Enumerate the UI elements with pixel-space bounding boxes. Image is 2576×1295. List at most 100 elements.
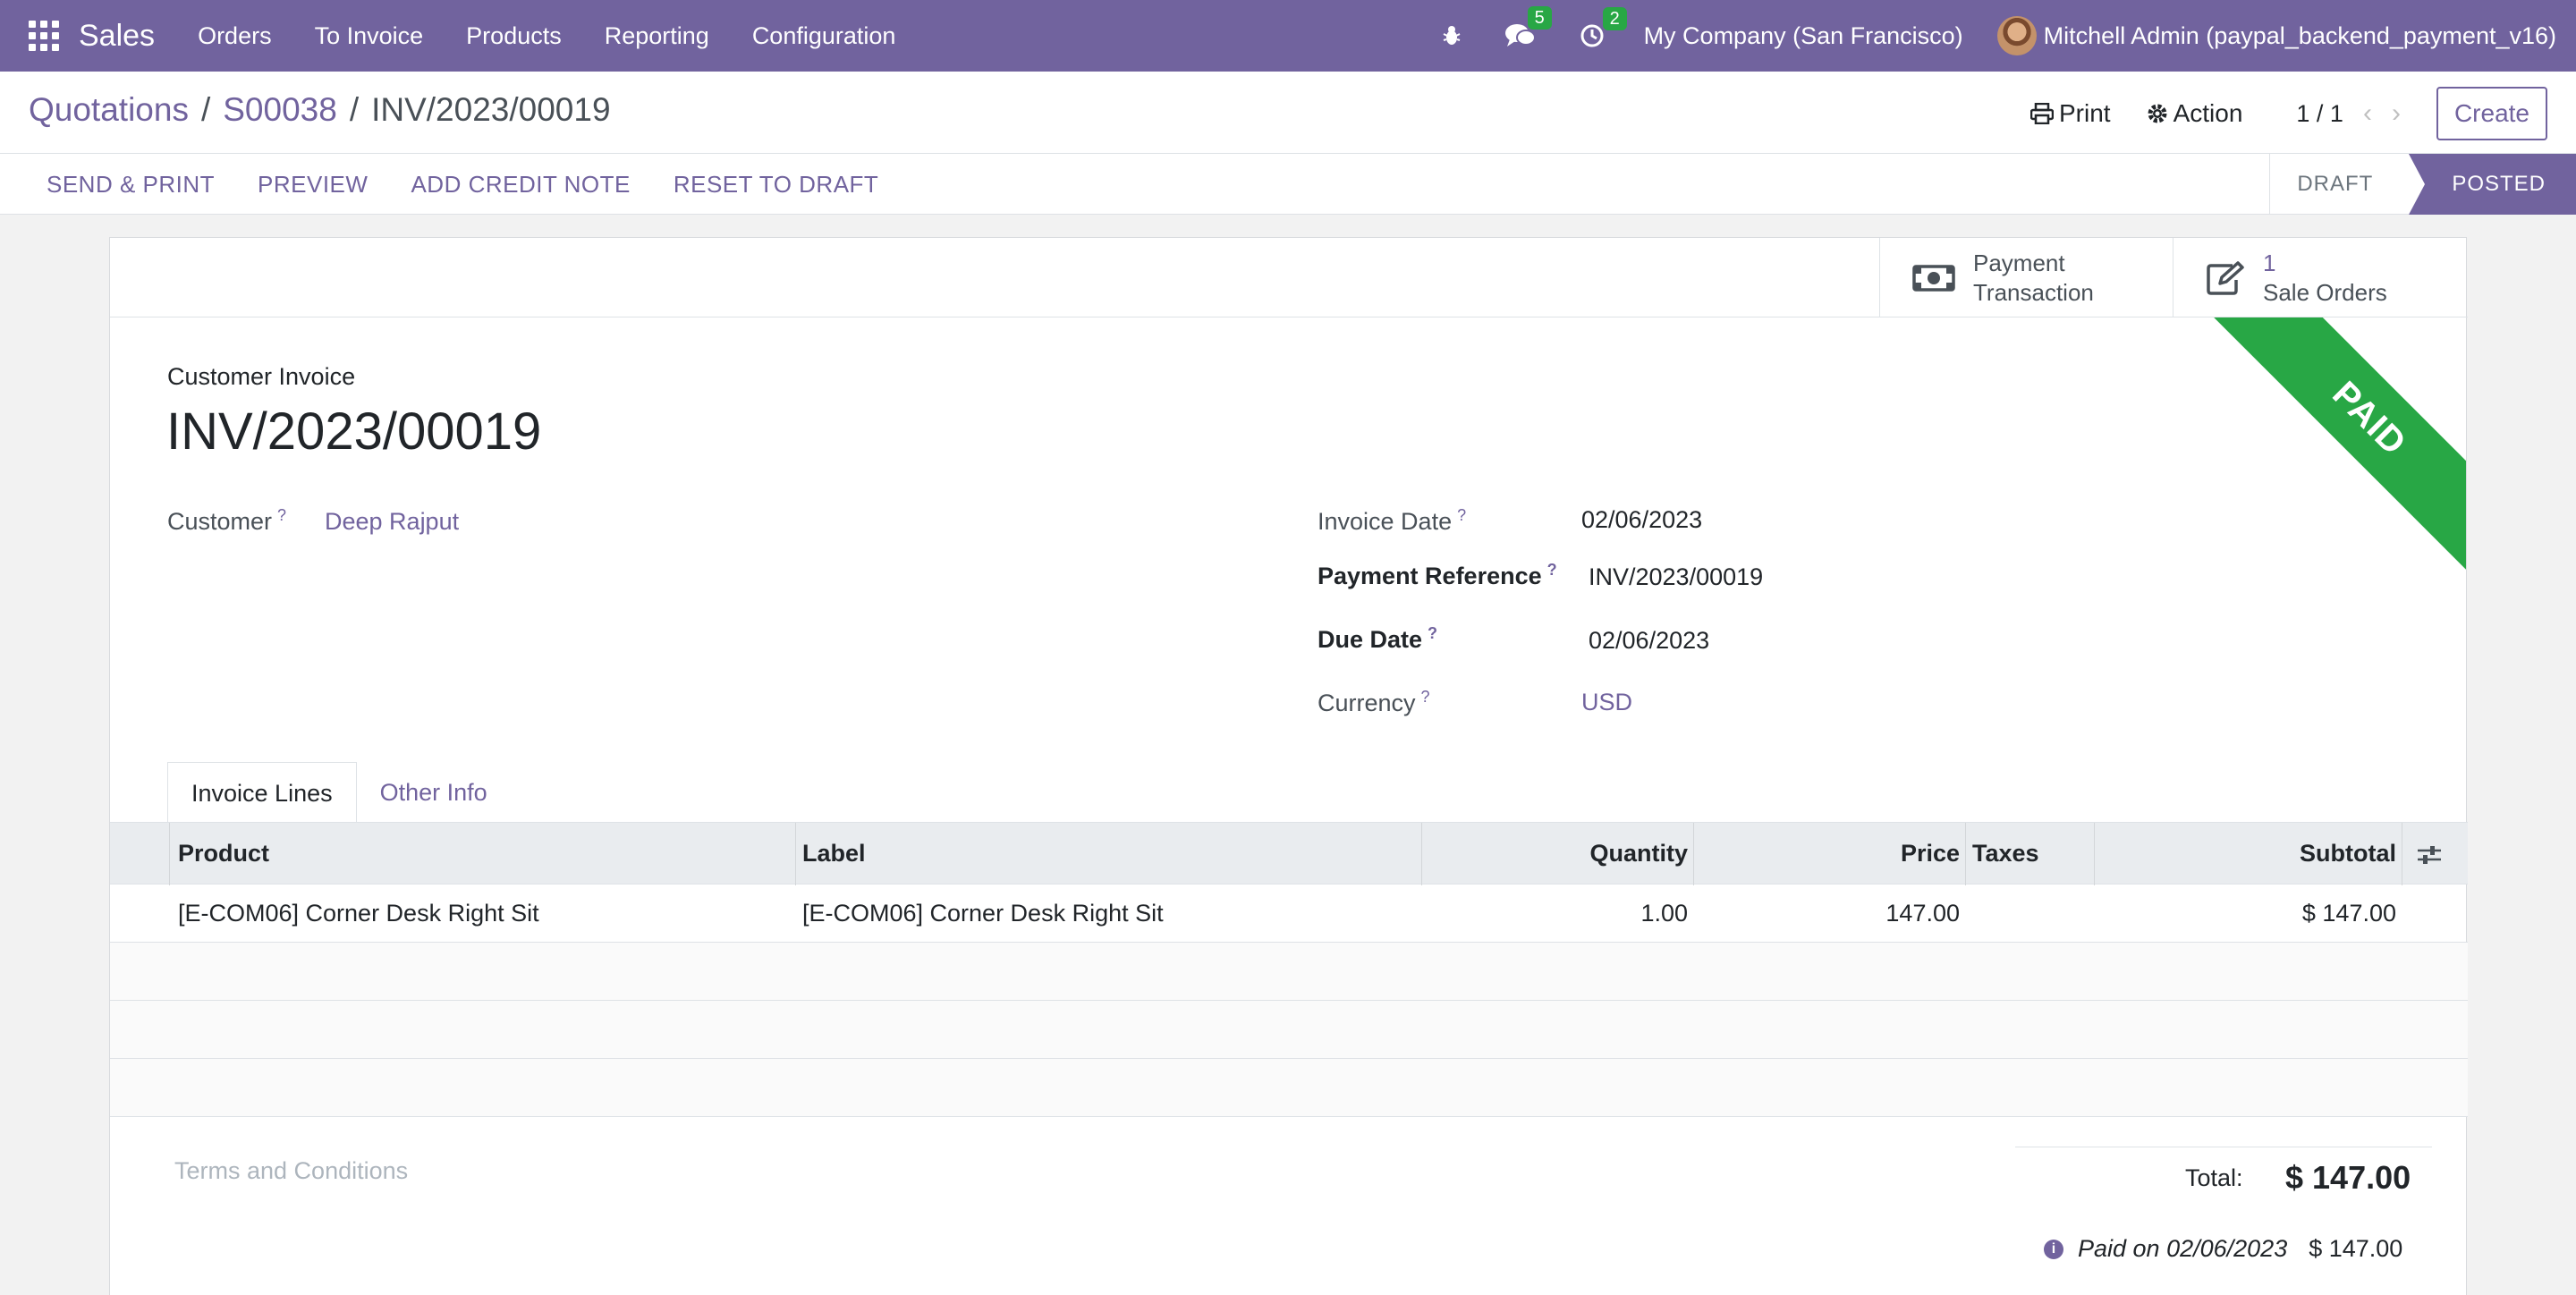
stage-posted: POSTED	[2409, 154, 2576, 215]
total-label: Total:	[2185, 1164, 2243, 1191]
stage-draft: DRAFT	[2269, 154, 2409, 215]
form-statusbar: SEND & PRINT PREVIEW ADD CREDIT NOTE RES…	[0, 154, 2576, 215]
invoice-date-label: Invoice Date?	[1318, 506, 1467, 535]
column-header-label[interactable]: Label	[802, 840, 866, 868]
currency-label: Currency?	[1318, 688, 1430, 716]
info-circle-icon[interactable]: i	[2044, 1239, 2063, 1259]
smart-button-box: Payment Transaction 1 Sale Orders	[110, 238, 2468, 317]
breadcrumb-current: INV/2023/00019	[371, 91, 611, 128]
cell-subtotal: $ 147.00	[2301, 900, 2396, 927]
column-header-subtotal[interactable]: Subtotal	[2300, 840, 2396, 868]
status-stages: DRAFT POSTED	[2269, 154, 2576, 215]
debug-bug-icon[interactable]	[1442, 25, 1462, 47]
cell-price: 147.00	[1885, 900, 1960, 927]
systray: 5 2 My Company (San Francisco) Mitchell …	[1420, 0, 2556, 72]
help-tooltip-icon[interactable]: ?	[277, 506, 286, 524]
breadcrumb: Quotations / S00038 / INV/2023/00019	[29, 91, 611, 129]
preview-button[interactable]: PREVIEW	[236, 171, 389, 199]
menu-products[interactable]: Products	[445, 22, 583, 50]
menu-reporting[interactable]: Reporting	[583, 22, 731, 50]
money-bill-icon	[1912, 264, 1955, 292]
apps-menu-icon[interactable]	[29, 21, 59, 51]
messages-count-badge: 5	[1527, 6, 1552, 30]
table-row[interactable]: [E-COM06] Corner Desk Right Sit [E-COM06…	[110, 884, 2468, 943]
menu-to-invoice[interactable]: To Invoice	[293, 22, 445, 50]
messages-icon[interactable]: 5	[1504, 6, 1552, 49]
print-icon	[2030, 103, 2054, 124]
column-header-price[interactable]: Price	[1901, 840, 1960, 868]
print-label: Print	[2059, 99, 2111, 127]
menu-orders[interactable]: Orders	[176, 22, 293, 50]
payment-transaction-button[interactable]: Payment Transaction	[1879, 238, 2174, 317]
activities-count-badge: 2	[1602, 7, 1627, 30]
cell-product: [E-COM06] Corner Desk Right Sit	[178, 900, 539, 927]
pager-value[interactable]: 1 / 1	[2296, 100, 2343, 128]
table-row-empty	[110, 1001, 2468, 1059]
header-action-buttons: SEND & PRINT PREVIEW ADD CREDIT NOTE RES…	[25, 154, 900, 215]
add-credit-note-button[interactable]: ADD CREDIT NOTE	[389, 171, 651, 199]
customer-label: Customer?	[167, 506, 287, 535]
column-header-product[interactable]: Product	[178, 840, 269, 868]
edit-icon	[2207, 260, 2244, 295]
cell-label: [E-COM06] Corner Desk Right Sit	[802, 900, 1164, 927]
cell-quantity: 1.00	[1640, 900, 1688, 927]
payment-reference-label: Payment Reference?	[1318, 561, 1557, 589]
payment-info-line: i Paid on 02/06/2023 $ 147.00	[2044, 1235, 2402, 1263]
main-navbar: Sales Orders To Invoice Products Reporti…	[0, 0, 2576, 72]
help-tooltip-icon[interactable]: ?	[1547, 561, 1557, 579]
sale-orders-count: 1	[2263, 249, 2276, 276]
paid-on-text: Paid on 02/06/2023	[2078, 1235, 2288, 1262]
payment-label-line2: Transaction	[1973, 278, 2094, 306]
gear-icon	[2148, 104, 2167, 123]
pager-previous-icon[interactable]: ‹	[2363, 98, 2372, 129]
customer-field[interactable]: Deep Rajput	[325, 508, 459, 536]
table-header: Product Label Quantity Price Taxes Subto…	[110, 822, 2468, 885]
help-tooltip-icon[interactable]: ?	[1428, 624, 1437, 642]
payment-label-line1: Payment	[1973, 249, 2065, 276]
optional-columns-sliders-icon[interactable]	[2416, 844, 2443, 866]
reset-to-draft-button[interactable]: RESET TO DRAFT	[652, 171, 901, 199]
control-panel-actions: Print Action 1 / 1 ‹ › Create	[1995, 86, 2547, 141]
due-date-field[interactable]: 02/06/2023	[1589, 627, 1709, 655]
company-switcher[interactable]: My Company (San Francisco)	[1644, 22, 1963, 50]
print-button[interactable]: Print	[2030, 99, 2111, 128]
table-row-empty	[110, 1059, 2468, 1117]
invoice-lines-table: Product Label Quantity Price Taxes Subto…	[110, 822, 2468, 1117]
control-panel: Quotations / S00038 / INV/2023/00019 Pri…	[0, 72, 2576, 154]
document-type-title: Customer Invoice	[167, 363, 356, 390]
sale-orders-label: Sale Orders	[2263, 278, 2387, 306]
payment-reference-field[interactable]: INV/2023/00019	[1589, 563, 1763, 591]
sale-orders-button[interactable]: 1 Sale Orders	[2173, 238, 2468, 317]
top-menu: Orders To Invoice Products Reporting Con…	[176, 22, 917, 50]
paid-amount: $ 147.00	[2309, 1235, 2403, 1262]
breadcrumb-sale-order[interactable]: S00038	[223, 91, 337, 129]
total-amount: $ 147.00	[2285, 1159, 2411, 1196]
notebook-tabs: Invoice Lines Other Info	[167, 762, 511, 823]
app-brand[interactable]: Sales	[79, 19, 155, 54]
terms-and-conditions-field[interactable]: Terms and Conditions	[174, 1157, 408, 1185]
invoice-number-title: INV/2023/00019	[166, 402, 542, 461]
help-tooltip-icon[interactable]: ?	[1421, 688, 1430, 706]
paid-ribbon-text: PAID	[2198, 317, 2466, 586]
due-date-label: Due Date?	[1318, 624, 1438, 653]
create-button[interactable]: Create	[2436, 87, 2547, 140]
help-tooltip-icon[interactable]: ?	[1457, 506, 1466, 524]
breadcrumb-quotations[interactable]: Quotations	[29, 91, 189, 129]
pager-next-icon[interactable]: ›	[2392, 98, 2401, 129]
form-sheet: Payment Transaction 1 Sale Orders PAID C…	[109, 237, 2468, 1295]
tab-other-info[interactable]: Other Info	[357, 762, 511, 823]
tab-invoice-lines[interactable]: Invoice Lines	[167, 762, 357, 823]
activities-clock-icon[interactable]: 2	[1580, 7, 1627, 48]
breadcrumb-separator: /	[200, 91, 211, 128]
column-header-taxes[interactable]: Taxes	[1972, 840, 2039, 868]
invoice-date-field[interactable]: 02/06/2023	[1581, 506, 1702, 534]
user-menu[interactable]: Mitchell Admin (paypal_backend_payment_v…	[2044, 22, 2556, 50]
action-button[interactable]: Action	[2147, 99, 2243, 128]
currency-field[interactable]: USD	[1581, 689, 1632, 716]
action-label: Action	[2173, 99, 2243, 127]
user-avatar[interactable]	[1996, 16, 2037, 55]
menu-configuration[interactable]: Configuration	[731, 22, 918, 50]
column-header-quantity[interactable]: Quantity	[1589, 840, 1688, 868]
send-print-button[interactable]: SEND & PRINT	[25, 171, 236, 199]
paid-ribbon: PAID	[2198, 317, 2466, 586]
